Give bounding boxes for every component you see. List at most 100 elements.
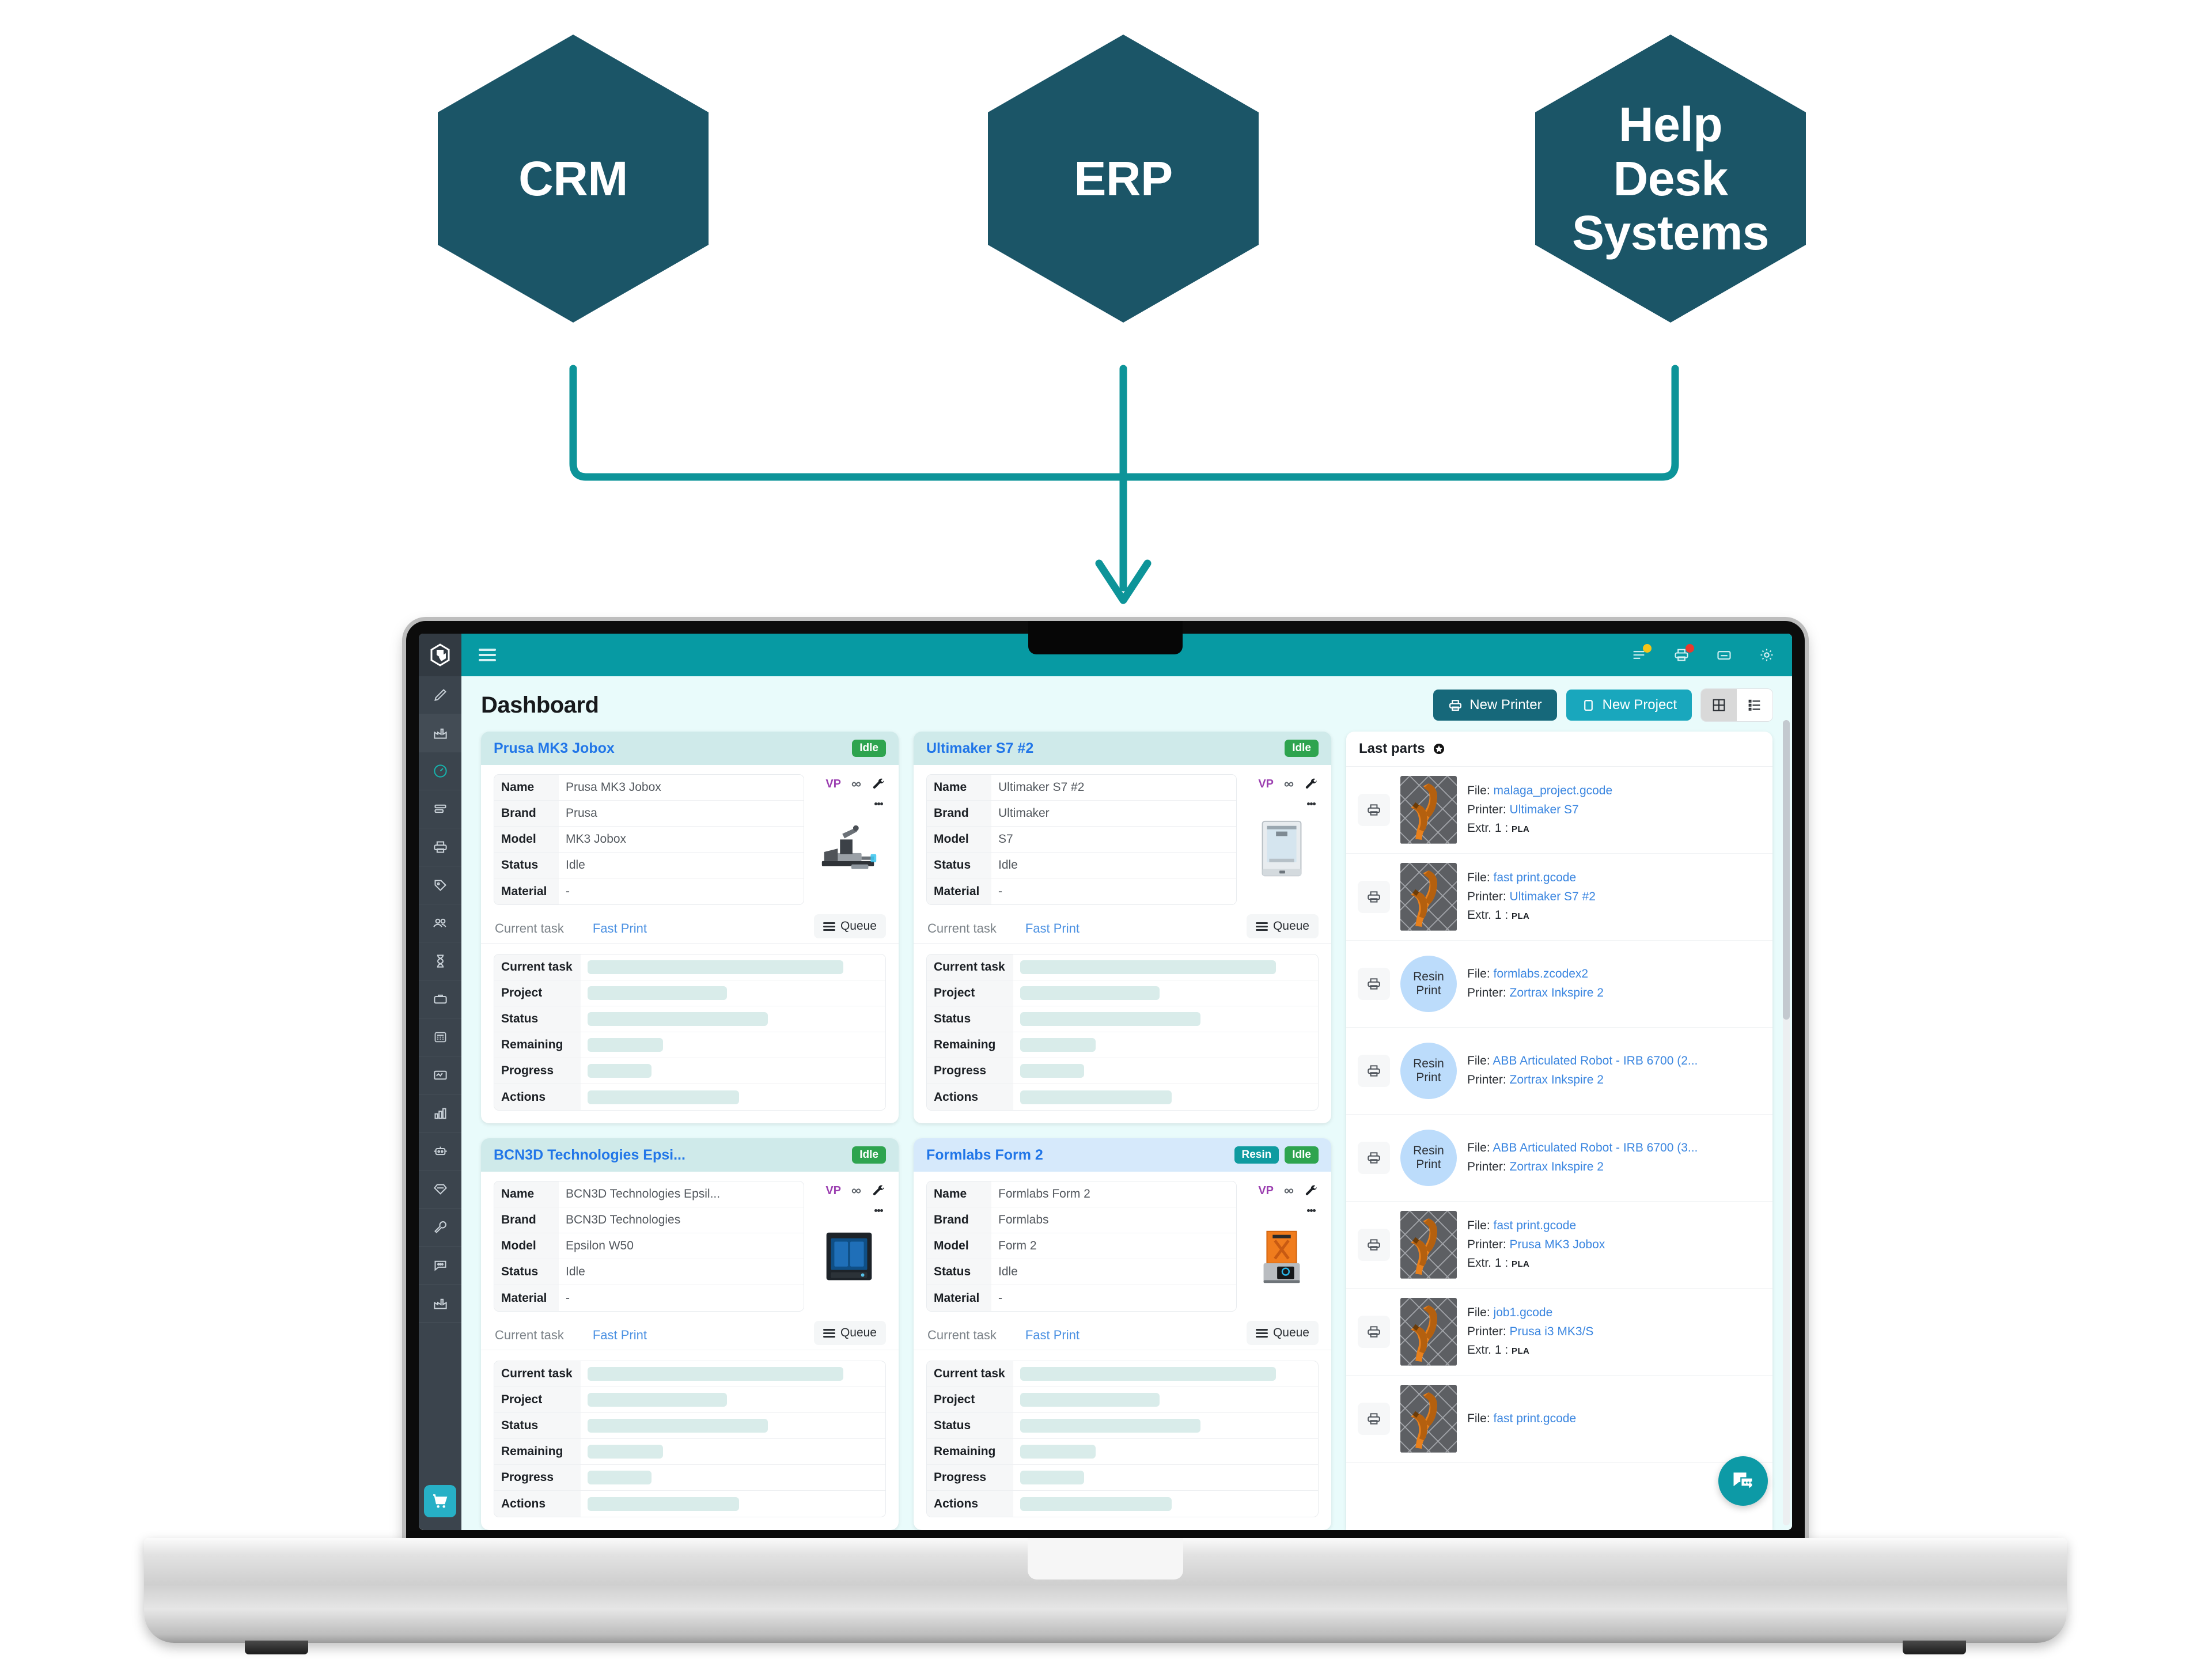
infinity-icon[interactable]	[849, 777, 863, 791]
source-node-crm[interactable]: CRM	[438, 35, 709, 323]
wrench-icon[interactable]	[1304, 1184, 1319, 1198]
last-part-row[interactable]: Resin Print File: ABB Articulated Robot -…	[1346, 1115, 1772, 1202]
printer-card-title[interactable]: Formlabs Form 2	[926, 1147, 1043, 1164]
sidebar-item-factory[interactable]	[419, 714, 461, 752]
infinity-icon[interactable]	[849, 1184, 863, 1198]
file-name[interactable]: fast print.gcode	[1494, 1219, 1577, 1232]
hamburger-icon[interactable]	[479, 649, 496, 661]
sidebar-item-plant[interactable]	[419, 1285, 461, 1323]
sidebar-item-projects[interactable]	[419, 980, 461, 1018]
file-name[interactable]: ABB Articulated Robot - IRB 6700 (3...	[1493, 1141, 1698, 1154]
tab-fast-print[interactable]: Fast Print	[1024, 914, 1081, 943]
printer-name[interactable]: Zortrax Inkspire 2	[1510, 1073, 1604, 1086]
more-vertical-icon[interactable]	[1245, 794, 1319, 813]
more-vertical-icon[interactable]	[812, 794, 886, 813]
printer-name[interactable]: Zortrax Inkspire 2	[1510, 986, 1604, 999]
new-project-button[interactable]: New Project	[1566, 690, 1692, 721]
more-vertical-icon[interactable]	[812, 1200, 886, 1220]
reprint-button[interactable]	[1358, 968, 1390, 1000]
infinity-icon[interactable]	[1282, 777, 1296, 791]
last-part-row[interactable]: Resin Print File: formlabs.zcodex2 Printe…	[1346, 941, 1772, 1028]
reprint-button[interactable]	[1358, 881, 1390, 913]
queue-button[interactable]: Queue	[1246, 1321, 1319, 1345]
reprint-button[interactable]	[1358, 1055, 1390, 1087]
sidebar-item-materials[interactable]	[419, 866, 461, 904]
file-name[interactable]: fast print.gcode	[1494, 1412, 1577, 1425]
wrench-icon[interactable]	[872, 777, 886, 791]
file-name[interactable]: job1.gcode	[1494, 1306, 1553, 1319]
sidebar-item-messages[interactable]	[419, 1247, 461, 1285]
tab-current-task[interactable]: Current task	[494, 1321, 565, 1350]
printer-name[interactable]: Zortrax Inkspire 2	[1510, 1160, 1604, 1173]
view-toggle-list[interactable]	[1737, 689, 1772, 721]
infinity-icon[interactable]	[1282, 1184, 1296, 1198]
printer-name[interactable]: Prusa MK3 Jobox	[1510, 1238, 1605, 1251]
tab-current-task[interactable]: Current task	[926, 914, 998, 943]
tab-fast-print[interactable]: Fast Print	[1024, 1321, 1081, 1350]
source-node-helpdesk[interactable]: Help Desk Systems	[1535, 35, 1806, 323]
new-printer-button[interactable]: New Printer	[1433, 690, 1557, 721]
printer-name[interactable]: Ultimaker S7	[1510, 803, 1579, 816]
last-part-row[interactable]: File: fast print.gcode Printer: Prusa MK…	[1346, 1202, 1772, 1289]
printer-card-title[interactable]: BCN3D Technologies Epsi...	[494, 1147, 685, 1164]
reprint-button[interactable]	[1358, 1229, 1390, 1261]
tab-current-task[interactable]: Current task	[926, 1321, 998, 1350]
sidebar-item-robots[interactable]	[419, 1132, 461, 1171]
reprint-button[interactable]	[1358, 1316, 1390, 1348]
file-name[interactable]: fast print.gcode	[1494, 871, 1577, 884]
sidebar-item-maintenance[interactable]	[419, 1209, 461, 1247]
view-toggle-grid[interactable]	[1701, 689, 1737, 721]
chat-support-button[interactable]	[1718, 1456, 1768, 1506]
printer-card-title[interactable]: Prusa MK3 Jobox	[494, 740, 615, 757]
scrollbar-thumb[interactable]	[1783, 720, 1790, 1020]
file-name[interactable]: formlabs.zcodex2	[1494, 967, 1589, 980]
sidebar-item-queue[interactable]	[419, 790, 461, 828]
printer-name[interactable]: Ultimaker S7 #2	[1510, 890, 1596, 903]
printer-card-title[interactable]: Ultimaker S7 #2	[926, 740, 1033, 757]
last-part-row[interactable]: File: fast print.gcode Printer: Ultimake…	[1346, 854, 1772, 941]
last-part-row[interactable]: File: malaga_project.gcode Printer: Ulti…	[1346, 767, 1772, 854]
sidebar-item-quality[interactable]	[419, 1171, 461, 1209]
sidebar-item-design[interactable]	[419, 676, 461, 714]
sidebar-item-dashboard[interactable]	[419, 752, 461, 790]
topbar-drawer-button[interactable]	[1716, 647, 1732, 663]
virtual-printer-label[interactable]: VP	[1258, 1184, 1274, 1198]
more-vertical-icon[interactable]	[1245, 1200, 1319, 1220]
virtual-printer-label[interactable]: VP	[825, 1184, 841, 1198]
tab-current-task[interactable]: Current task	[494, 914, 565, 943]
topbar-queue-button[interactable]	[1631, 644, 1652, 663]
app-logo[interactable]	[419, 634, 461, 676]
last-part-row[interactable]: Resin Print File: ABB Articulated Robot -…	[1346, 1028, 1772, 1115]
last-part-row[interactable]: File: fast print.gcode	[1346, 1376, 1772, 1463]
printer-card[interactable]: Ultimaker S7 #2 Idle Name Ultimaker S7 #…	[914, 732, 1331, 1123]
reprint-button[interactable]	[1358, 1142, 1390, 1174]
queue-button[interactable]: Queue	[813, 914, 886, 938]
printer-card[interactable]: Prusa MK3 Jobox Idle Name Prusa MK3 Jobo…	[481, 732, 899, 1123]
source-node-erp[interactable]: ERP	[988, 35, 1259, 323]
file-name[interactable]: ABB Articulated Robot - IRB 6700 (2...	[1493, 1054, 1698, 1067]
sidebar-item-users[interactable]	[419, 904, 461, 942]
wrench-icon[interactable]	[872, 1184, 886, 1198]
sidebar-item-jobs[interactable]	[419, 942, 461, 980]
last-part-row[interactable]: File: job1.gcode Printer: Prusa i3 MK3/S…	[1346, 1289, 1772, 1376]
cart-button[interactable]	[424, 1485, 456, 1517]
tab-fast-print[interactable]: Fast Print	[592, 914, 648, 943]
topbar-printer-button[interactable]	[1673, 644, 1694, 663]
queue-button[interactable]: Queue	[813, 1321, 886, 1345]
file-name[interactable]: malaga_project.gcode	[1494, 784, 1613, 797]
sidebar-item-costs[interactable]	[419, 1018, 461, 1056]
printer-card[interactable]: BCN3D Technologies Epsi... Idle Name BCN…	[481, 1138, 899, 1530]
virtual-printer-label[interactable]: VP	[1258, 778, 1274, 791]
reprint-button[interactable]	[1358, 1403, 1390, 1435]
topbar-settings-button[interactable]	[1759, 647, 1775, 663]
wrench-icon[interactable]	[1304, 777, 1319, 791]
tab-fast-print[interactable]: Fast Print	[592, 1321, 648, 1350]
virtual-printer-label[interactable]: VP	[825, 778, 841, 791]
queue-button[interactable]: Queue	[1246, 914, 1319, 938]
printer-name[interactable]: Prusa i3 MK3/S	[1510, 1325, 1594, 1338]
content-scrollbar[interactable]	[1783, 720, 1790, 1525]
sidebar-item-reports[interactable]	[419, 1094, 461, 1132]
sidebar-item-printers[interactable]	[419, 828, 461, 866]
sidebar-item-monitor[interactable]	[419, 1056, 461, 1094]
reprint-button[interactable]	[1358, 794, 1390, 826]
